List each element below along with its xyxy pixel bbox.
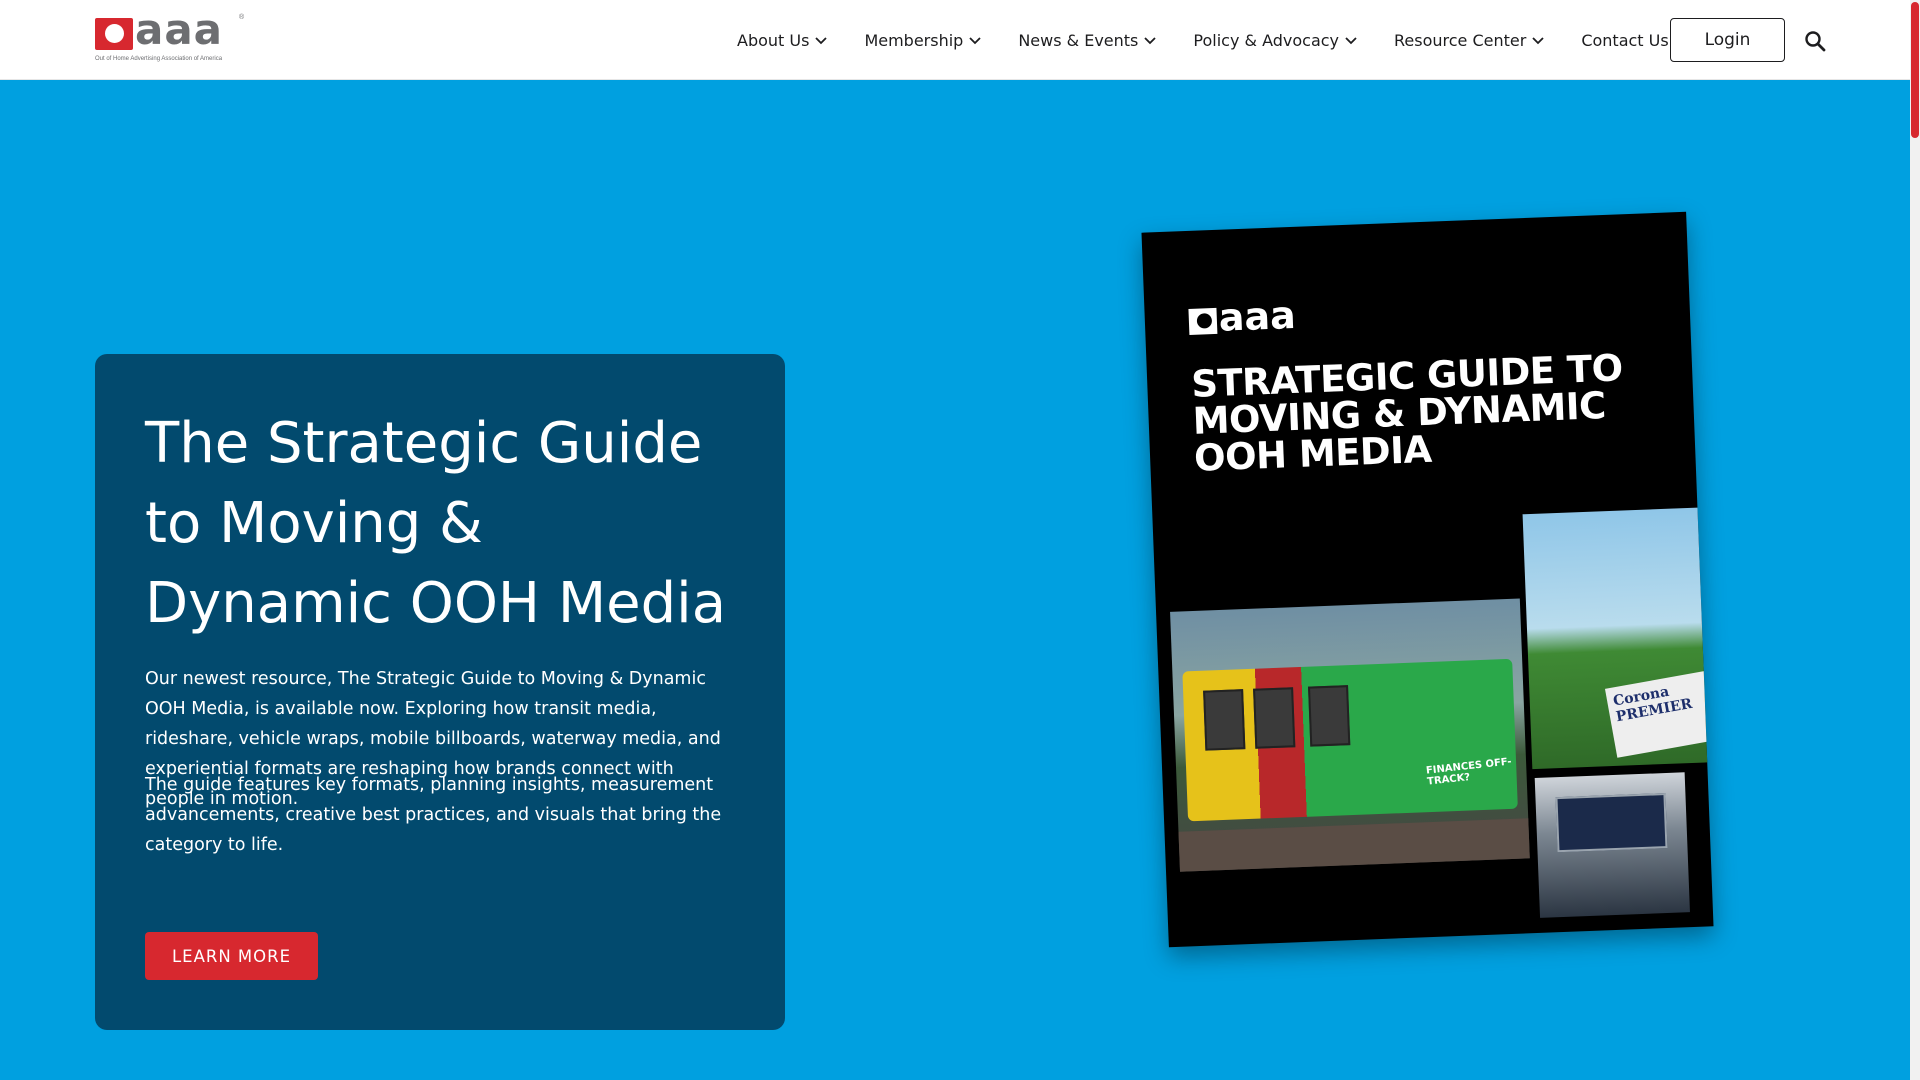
chevron-down-icon [815, 37, 828, 45]
streetcar-window [1203, 689, 1246, 751]
nav-item-label: About Us [737, 30, 810, 50]
cover-title: STRATEGIC GUIDE TO MOVING & DYNAMIC OOH … [1190, 346, 1624, 480]
hero-section: The Strategic Guide to Moving & Dynamic … [0, 80, 1910, 1080]
chevron-down-icon [1532, 37, 1544, 45]
hero-description-secondary: The guide features key formats, planning… [145, 775, 722, 855]
streetcar-window [1253, 687, 1296, 749]
guide-cover-image[interactable]: aaa STRATEGIC GUIDE TO MOVING & DYNAMIC … [1141, 211, 1714, 948]
hero-card: The Strategic Guide to Moving & Dynamic … [95, 354, 785, 1030]
logo-registered-mark: ® [239, 14, 245, 21]
streetcar-door [1308, 685, 1351, 747]
search-icon[interactable] [1804, 30, 1826, 52]
golf-sponsor-sign: Corona PREMIER [1604, 670, 1714, 758]
nav-item-about-us[interactable]: About Us [737, 31, 828, 50]
main-nav: About Us Membership News & Events Policy… [737, 28, 1669, 52]
chevron-down-icon [1345, 37, 1357, 45]
nav-item-policy-advocacy[interactable]: Policy & Advocacy [1193, 31, 1358, 50]
nav-item-news-events[interactable]: News & Events [1018, 31, 1157, 50]
nav-item-label: Resource Center [1394, 30, 1527, 50]
nav-item-label: Policy & Advocacy [1193, 30, 1340, 50]
event-screen-photo [1534, 772, 1690, 918]
nav-item-label: Contact Us [1581, 30, 1669, 50]
login-button[interactable]: Login [1670, 18, 1785, 62]
nav-item-membership[interactable]: Membership [864, 31, 982, 50]
site-header: aaa ® Out of Home Advertising Associatio… [0, 0, 1910, 80]
nav-item-contact-us[interactable]: Contact Us [1581, 31, 1668, 50]
logo-mark-icon [95, 18, 133, 50]
cover-logo-mark-icon [1188, 307, 1218, 335]
oaaa-logo[interactable]: aaa ® Out of Home Advertising Associatio… [95, 8, 245, 66]
cover-logo-wordmark: aaa [1217, 292, 1297, 340]
logo-wordmark: aaa [135, 5, 224, 54]
event-display-screen [1555, 793, 1668, 853]
chevron-down-icon [969, 37, 981, 45]
hero-title: The Strategic Guide to Moving & Dynamic … [145, 411, 727, 636]
learn-more-button[interactable]: LEARN MORE [145, 932, 318, 980]
nav-item-resource-center[interactable]: Resource Center [1394, 31, 1545, 50]
nav-item-label: News & Events [1018, 30, 1139, 50]
chevron-down-icon [1144, 37, 1157, 45]
scrollbar-thumb[interactable] [1911, 2, 1919, 138]
streetcar-photo: FINANCES OFF-TRACK? [1170, 598, 1530, 872]
golf-experiential-photo: Corona PREMIER [1522, 507, 1714, 770]
scrollbar-track[interactable] [1910, 0, 1920, 1080]
logo-tagline: Out of Home Advertising Association of A… [95, 56, 223, 62]
streetcar-track [1178, 818, 1530, 872]
cover-logo: aaa [1188, 293, 1297, 343]
nav-item-label: Membership [864, 30, 964, 50]
